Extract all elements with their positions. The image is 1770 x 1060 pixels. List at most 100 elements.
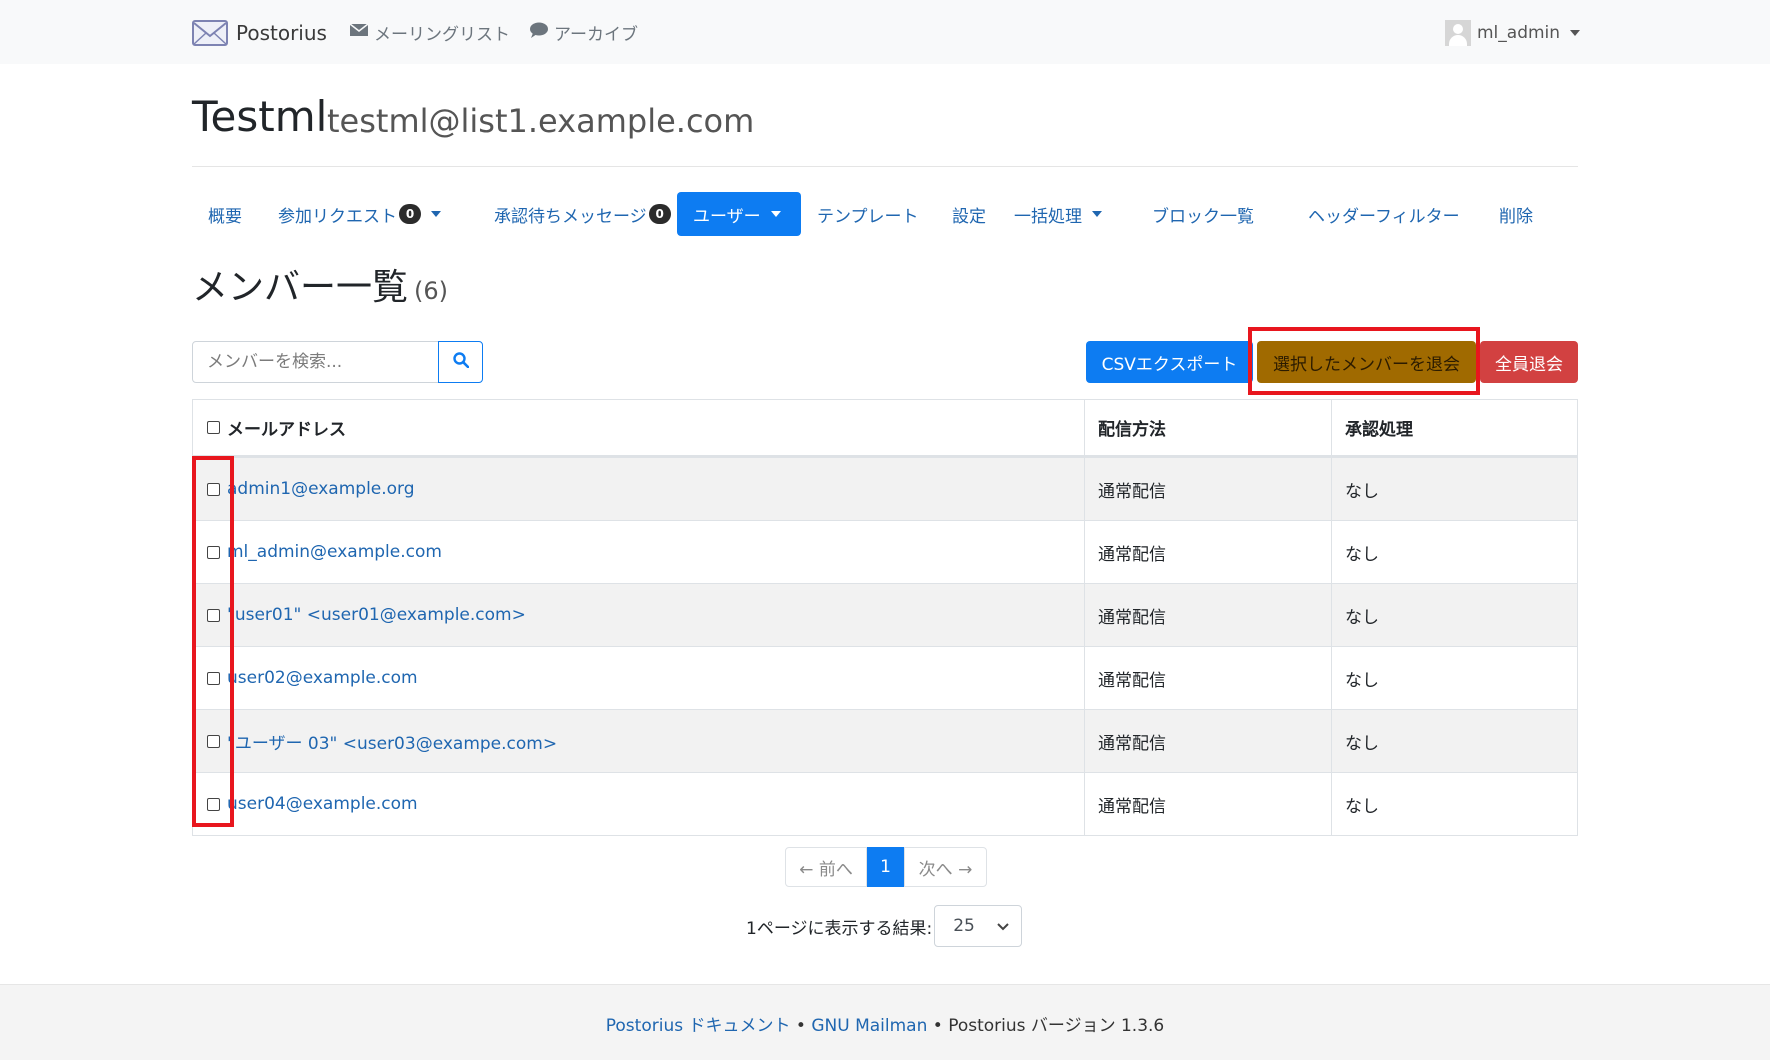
- cell-delivery: 通常配信: [1085, 773, 1332, 835]
- tab-delete[interactable]: 削除: [1483, 192, 1549, 236]
- footer-separator: •: [790, 1016, 812, 1036]
- tab-subscription-requests[interactable]: 参加リクエスト 0: [262, 192, 457, 236]
- column-header-delivery: 配信方法: [1085, 400, 1332, 455]
- csv-export-button[interactable]: CSVエクスポート: [1086, 341, 1253, 383]
- column-header-email: メールアドレス: [193, 400, 1085, 455]
- brand-link[interactable]: Postorius: [192, 17, 327, 49]
- chevron-down-icon: [997, 916, 1009, 936]
- nav-mailing-lists-label: メーリングリスト: [374, 24, 510, 45]
- list-name: Testml: [192, 92, 328, 141]
- tab-label: 一括処理: [1014, 206, 1082, 227]
- count-badge: 0: [399, 204, 421, 224]
- cell-delivery: 通常配信: [1085, 647, 1332, 709]
- tab-summary[interactable]: 概要: [192, 192, 258, 236]
- member-search-input[interactable]: [192, 341, 439, 383]
- tab-users[interactable]: ユーザー: [677, 192, 801, 236]
- cell-email: admin1@example.org: [193, 458, 1085, 520]
- user-name: ml_admin: [1477, 23, 1561, 43]
- cell-moderation: なし: [1345, 670, 1379, 691]
- member-email-link[interactable]: user04@example.com: [227, 794, 418, 814]
- tab-templates[interactable]: テンプレート: [801, 192, 935, 236]
- column-header-moderation: 承認処理: [1345, 420, 1413, 440]
- tab-header-filters[interactable]: ヘッダーフィルター: [1292, 192, 1476, 236]
- table-row: "user01" <user01@example.com> 通常配信 なし: [193, 583, 1577, 646]
- unsubscribe-all-button[interactable]: 全員退会: [1480, 341, 1578, 383]
- cell-delivery: 通常配信: [1085, 521, 1332, 583]
- tab-held-messages[interactable]: 承認待ちメッセージ 0: [478, 192, 687, 236]
- cell-moderation: なし: [1345, 544, 1379, 565]
- member-count: (6): [414, 277, 449, 305]
- chevron-down-icon: [770, 211, 781, 217]
- highlight-box-unsubscribe-selected: [1248, 327, 1480, 395]
- pagination: ← 前へ 1 次へ →: [785, 847, 987, 887]
- table-row: admin1@example.org 通常配信 なし: [193, 457, 1577, 520]
- tab-ban-list[interactable]: ブロック一覧: [1136, 192, 1270, 236]
- member-email-link[interactable]: user02@example.com: [227, 668, 418, 688]
- table-row: ml_admin@example.com 通常配信 なし: [193, 520, 1577, 583]
- cell-moderation: なし: [1345, 481, 1379, 502]
- members-table: メールアドレス 配信方法 承認処理 admin1@example.org 通常配…: [192, 399, 1578, 836]
- footer-line: Postorius ドキュメント • GNU Mailman • Postori…: [0, 1011, 1770, 1036]
- postorius-logo-icon: [192, 18, 228, 48]
- brand-name: Postorius: [236, 21, 327, 45]
- search-button[interactable]: [438, 341, 483, 383]
- next-page-button[interactable]: 次へ →: [904, 847, 987, 887]
- tab-label: 設定: [952, 206, 986, 227]
- chevron-down-icon: [1092, 211, 1102, 217]
- mailman-link[interactable]: GNU Mailman: [811, 1016, 927, 1036]
- tab-label: ユーザー: [693, 206, 761, 227]
- user-menu[interactable]: ml_admin: [1445, 20, 1581, 46]
- list-header: Testml testml@list1.example.com: [192, 90, 1578, 167]
- per-page-select[interactable]: 25: [934, 905, 1023, 947]
- chevron-down-icon: [431, 211, 441, 217]
- top-navbar: Postorius メーリングリスト アーカイブ ml_admin: [0, 0, 1770, 64]
- nav-archives-label: アーカイブ: [554, 24, 638, 45]
- tab-settings[interactable]: 設定: [936, 192, 1002, 236]
- cell-moderation: なし: [1345, 733, 1379, 754]
- current-page-button[interactable]: 1: [867, 847, 904, 887]
- column-header-email-label: メールアドレス: [227, 420, 346, 440]
- tab-label: 承認待ちメッセージ: [494, 206, 647, 227]
- member-email-link[interactable]: "ユーザー 03" <user03@exampe.com>: [227, 729, 557, 754]
- member-email-link[interactable]: admin1@example.org: [227, 479, 415, 499]
- nav-archives[interactable]: アーカイブ: [530, 20, 638, 45]
- cell-email: user04@example.com: [193, 773, 1085, 835]
- tab-mass-operations[interactable]: 一括処理: [998, 192, 1118, 236]
- comment-icon: [530, 22, 548, 43]
- member-email-link[interactable]: "user01" <user01@example.com>: [227, 605, 526, 625]
- chevron-down-icon: [1570, 30, 1581, 36]
- tab-label: テンプレート: [817, 206, 919, 227]
- highlight-box-checkboxes: [192, 456, 234, 827]
- tab-label: 削除: [1499, 206, 1533, 227]
- per-page-control: 1ページに表示する結果: 25: [746, 905, 1023, 947]
- cell-delivery: 通常配信: [1085, 458, 1332, 520]
- nav-mailing-lists[interactable]: メーリングリスト: [349, 20, 510, 45]
- avatar: [1445, 20, 1471, 46]
- select-all-checkbox[interactable]: [207, 421, 220, 434]
- tab-label: 概要: [208, 206, 242, 227]
- count-badge: 0: [648, 204, 671, 224]
- prev-page-button[interactable]: ← 前へ: [785, 847, 867, 887]
- docs-link[interactable]: Postorius ドキュメント: [606, 1016, 791, 1036]
- member-email-link[interactable]: ml_admin@example.com: [227, 542, 442, 562]
- cell-moderation: なし: [1345, 607, 1379, 628]
- table-row: user02@example.com 通常配信 なし: [193, 646, 1577, 709]
- tab-label: ブロック一覧: [1152, 206, 1254, 227]
- page-title: メンバー一覧 (6): [192, 258, 448, 310]
- tab-label: 参加リクエスト: [278, 206, 397, 227]
- cell-delivery: 通常配信: [1085, 710, 1332, 772]
- cell-email: user02@example.com: [193, 647, 1085, 709]
- cell-email: ml_admin@example.com: [193, 521, 1085, 583]
- envelope-icon: [349, 22, 369, 42]
- list-address: testml@list1.example.com: [327, 102, 755, 140]
- tab-label: ヘッダーフィルター: [1308, 206, 1460, 227]
- table-row: "ユーザー 03" <user03@exampe.com> 通常配信 なし: [193, 709, 1577, 772]
- cell-delivery: 通常配信: [1085, 584, 1332, 646]
- search-icon: [452, 352, 469, 372]
- per-page-value: 25: [953, 916, 975, 936]
- cell-email: "ユーザー 03" <user03@exampe.com>: [193, 710, 1085, 772]
- table-row: user04@example.com 通常配信 なし: [193, 772, 1577, 835]
- per-page-label: 1ページに表示する結果:: [746, 918, 933, 939]
- table-header-row: メールアドレス 配信方法 承認処理: [193, 400, 1577, 457]
- page-title-text: メンバー一覧: [192, 267, 409, 308]
